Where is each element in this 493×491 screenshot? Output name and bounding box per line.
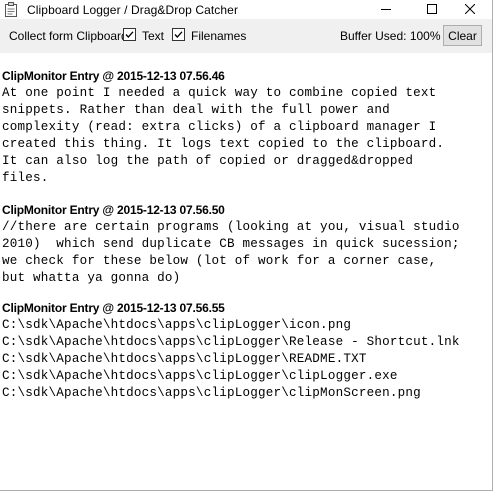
- entry-line: created this thing. It logs text copied …: [2, 137, 445, 151]
- minimize-button[interactable]: [363, 0, 409, 19]
- entry-header: ClipMonitor Entry @ 2015-12-13 07.56.55: [2, 301, 225, 315]
- entry-line: we check for these below (lot of work fo…: [2, 254, 437, 268]
- maximize-icon: [427, 1, 437, 19]
- title-bar[interactable]: Clipboard Logger / Drag&Drop Catcher: [0, 0, 492, 19]
- entry-header: ClipMonitor Entry @ 2015-12-13 07.56.46: [2, 69, 225, 83]
- text-checkbox[interactable]: [123, 28, 136, 41]
- entry-line: C:\sdk\Apache\htdocs\apps\clipLogger\Rel…: [2, 335, 460, 349]
- entry-header: ClipMonitor Entry @ 2015-12-13 07.56.50: [2, 203, 225, 217]
- entry-line: complexity (read: extra clicks) of a cli…: [2, 120, 437, 134]
- toolbar: Collect form Clipboard: Text Filenames B…: [0, 19, 492, 53]
- entry-line: but whatta ya gonna do): [2, 271, 181, 285]
- collect-label: Collect form Clipboard:: [9, 29, 132, 43]
- checkmark-icon: [174, 31, 183, 38]
- filenames-checkbox-label[interactable]: Filenames: [191, 29, 246, 43]
- text-checkbox-label[interactable]: Text: [142, 29, 164, 43]
- app-window: Clipboard Logger / Drag&Drop Catcher Col…: [0, 0, 493, 491]
- close-icon: [464, 1, 476, 19]
- filenames-checkbox[interactable]: [172, 28, 185, 41]
- entry-line: C:\sdk\Apache\htdocs\apps\clipLogger\REA…: [2, 352, 367, 366]
- entry-line: files.: [2, 171, 49, 185]
- entry-line: //there are certain programs (looking at…: [2, 220, 460, 234]
- entry-line: snippets. Rather than deal with the full…: [2, 103, 390, 117]
- buffer-used-status: Buffer Used: 100%: [340, 29, 441, 43]
- entry-line: C:\sdk\Apache\htdocs\apps\clipLogger\cli…: [2, 369, 398, 383]
- log-textarea[interactable]: ClipMonitor Entry @ 2015-12-13 07.56.46 …: [0, 53, 492, 490]
- entry-line: It can also log the path of copied or dr…: [2, 154, 414, 168]
- checkmark-icon: [125, 31, 134, 38]
- clear-button[interactable]: Clear: [443, 25, 482, 46]
- log-entry: ClipMonitor Entry @ 2015-12-13 07.56.46 …: [2, 68, 444, 187]
- entry-line: C:\sdk\Apache\htdocs\apps\clipLogger\ico…: [2, 318, 352, 332]
- entry-line: 2010) which send duplicate CB messages i…: [2, 237, 460, 251]
- window-title: Clipboard Logger / Drag&Drop Catcher: [27, 2, 239, 17]
- clipboard-icon: [4, 2, 18, 17]
- close-button[interactable]: [447, 0, 493, 19]
- log-entry: ClipMonitor Entry @ 2015-12-13 07.56.55 …: [2, 300, 460, 402]
- entry-line: C:\sdk\Apache\htdocs\apps\clipLogger\cli…: [2, 386, 421, 400]
- log-entry: ClipMonitor Entry @ 2015-12-13 07.56.50 …: [2, 202, 460, 287]
- entry-line: At one point I needed a quick way to com…: [2, 86, 437, 100]
- minimize-icon: [381, 1, 391, 19]
